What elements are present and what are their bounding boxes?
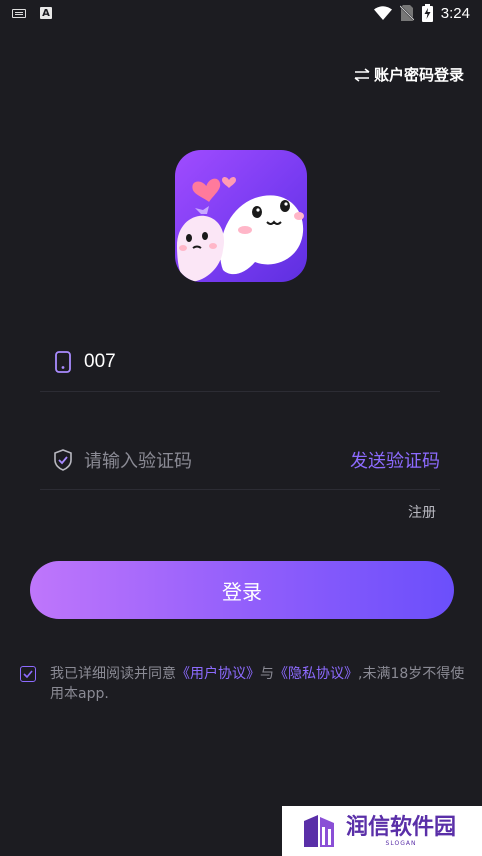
send-code-button[interactable]: 发送验证码 [350, 447, 440, 473]
watermark: 润信软件园 SLOGAN [282, 806, 482, 856]
verification-code-input[interactable]: 请输入验证码 [84, 447, 350, 473]
watermark-title: 润信软件园 [346, 814, 457, 840]
swap-icon [354, 67, 370, 82]
login-button-label: 登录 [222, 579, 262, 604]
no-sim-icon [399, 5, 414, 21]
battery-charging-icon [421, 4, 433, 22]
shield-check-icon [52, 448, 74, 471]
watermark-slogan: SLOGAN [385, 839, 417, 847]
status-time: 3:24 [440, 4, 470, 22]
watermark-logo-icon [304, 815, 334, 847]
verification-code-field[interactable]: 请输入验证码 发送验证码 [40, 430, 440, 490]
agreement-text: 我已详细阅读并同意《用户协议》与《隐私协议》,未满18岁不得使用本app. [50, 664, 470, 704]
switch-login-label: 账户密码登录 [373, 66, 464, 84]
app-logo [175, 150, 307, 282]
agreement-checkbox[interactable] [20, 666, 36, 682]
check-icon [23, 670, 33, 678]
agreement-prefix: 我已详细阅读并同意 [50, 666, 176, 682]
phone-icon [52, 350, 74, 373]
agreement-conjunction: 与 [260, 666, 274, 682]
heart-icon [192, 178, 221, 202]
font-app-icon: A [40, 7, 52, 19]
login-button[interactable]: 登录 [30, 561, 454, 619]
keyboard-icon [12, 8, 26, 18]
switch-to-password-login[interactable]: 账户密码登录 [354, 64, 464, 85]
status-bar: A 3:24 [0, 0, 482, 26]
wifi-icon [373, 6, 392, 20]
user-agreement-link[interactable]: 《用户协议》 [176, 666, 260, 682]
privacy-agreement-link[interactable]: 《隐私协议》 [274, 666, 358, 682]
agreement-row: 我已详细阅读并同意《用户协议》与《隐私协议》,未满18岁不得使用本app. [20, 664, 470, 704]
phone-field[interactable]: 007 [40, 332, 440, 392]
phone-input[interactable]: 007 [84, 351, 116, 373]
register-link[interactable]: 注册 [408, 502, 436, 522]
